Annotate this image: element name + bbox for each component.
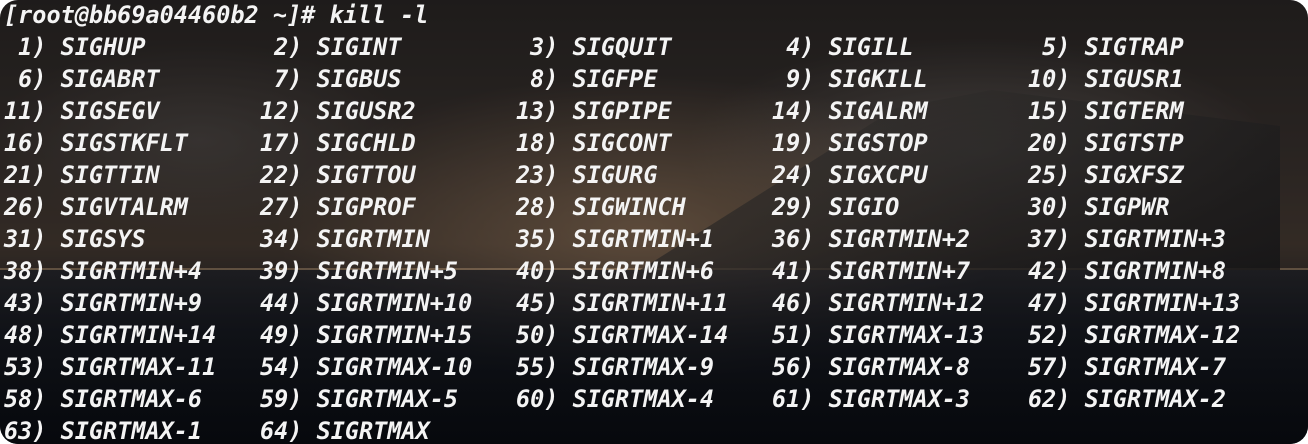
signal-entry: 59) SIGRTMAX-5 — [260, 385, 459, 413]
signal-entry: 28) SIGWINCH — [516, 193, 686, 221]
signal-entry: 42) SIGRTMIN+8 — [1028, 257, 1227, 285]
signal-entry: 52) SIGRTMAX-12 — [1028, 321, 1241, 349]
signal-entry: 38) SIGRTMIN+4 — [4, 257, 203, 285]
signal-entry: 53) SIGRTMAX-11 — [4, 353, 217, 381]
signal-entry: 62) SIGRTMAX-2 — [1028, 385, 1227, 413]
signal-entry: 51) SIGRTMAX-13 — [772, 321, 985, 349]
signal-entry: 47) SIGRTMIN+13 — [1028, 289, 1241, 317]
signal-entry: 11) SIGSEGV — [4, 97, 160, 125]
signal-entry: 35) SIGRTMIN+1 — [516, 225, 715, 253]
signal-entry: 54) SIGRTMAX-10 — [260, 353, 473, 381]
signal-entry: 36) SIGRTMIN+2 — [772, 225, 971, 253]
signal-entry: 10) SIGUSR1 — [1028, 65, 1184, 93]
signal-entry: 1) SIGHUP — [4, 33, 146, 61]
signal-entry: 48) SIGRTMIN+14 — [4, 321, 217, 349]
signal-entry: 27) SIGPROF — [260, 193, 416, 221]
signal-entry: 61) SIGRTMAX-3 — [772, 385, 971, 413]
signal-entry: 30) SIGPWR — [1028, 193, 1170, 221]
signal-entry: 4) SIGILL — [772, 33, 914, 61]
signal-entry: 25) SIGXFSZ — [1028, 161, 1184, 189]
command-text: kill -l — [329, 1, 429, 29]
signal-entry: 17) SIGCHLD — [260, 129, 416, 157]
signal-entry: 8) SIGFPE — [516, 65, 658, 93]
signal-entry: 60) SIGRTMAX-4 — [516, 385, 715, 413]
signal-entry: 12) SIGUSR2 — [260, 97, 416, 125]
signal-entry: 45) SIGRTMIN+11 — [516, 289, 729, 317]
signal-entry: 16) SIGSTKFLT — [4, 129, 188, 157]
signal-entry: 56) SIGRTMAX-8 — [772, 353, 971, 381]
signal-entry: 18) SIGCONT — [516, 129, 672, 157]
signal-entry: 41) SIGRTMIN+7 — [772, 257, 971, 285]
signal-entry: 2) SIGINT — [260, 33, 402, 61]
signal-entry: 9) SIGKILL — [772, 65, 928, 93]
signal-entry: 64) SIGRTMAX — [260, 417, 430, 444]
signal-entry: 40) SIGRTMIN+6 — [516, 257, 715, 285]
signal-entry: 20) SIGTSTP — [1028, 129, 1184, 157]
signal-entry: 26) SIGVTALRM — [4, 193, 188, 221]
signal-entry: 14) SIGALRM — [772, 97, 928, 125]
signal-entry: 57) SIGRTMAX-7 — [1028, 353, 1227, 381]
signal-entry: 58) SIGRTMAX-6 — [4, 385, 203, 413]
signal-entry: 39) SIGRTMIN+5 — [260, 257, 459, 285]
signal-entry: 3) SIGQUIT — [516, 33, 672, 61]
signal-entry: 49) SIGRTMIN+15 — [260, 321, 473, 349]
shell-prompt: [root@bb69a04460b2 ~]# — [4, 1, 330, 29]
signal-entry: 55) SIGRTMAX-9 — [516, 353, 715, 381]
signal-entry: 44) SIGRTMIN+10 — [260, 289, 473, 317]
prompt-line: [root@bb69a04460b2 ~]# kill -l — [4, 0, 428, 31]
terminal-output[interactable]: [root@bb69a04460b2 ~]# kill -l 1) SIGHUP… — [0, 0, 1308, 444]
signal-entry: 7) SIGBUS — [260, 65, 402, 93]
signal-entry: 63) SIGRTMAX-1 — [4, 417, 203, 444]
signal-entry: 15) SIGTERM — [1028, 97, 1184, 125]
signal-entry: 23) SIGURG — [516, 161, 658, 189]
signal-entry: 37) SIGRTMIN+3 — [1028, 225, 1227, 253]
signal-entry: 6) SIGABRT — [4, 65, 160, 93]
terminal-window[interactable]: [root@bb69a04460b2 ~]# kill -l 1) SIGHUP… — [0, 0, 1308, 444]
signal-entry: 34) SIGRTMIN — [260, 225, 430, 253]
signal-entry: 29) SIGIO — [772, 193, 900, 221]
signal-entry: 21) SIGTTIN — [4, 161, 160, 189]
signal-entry: 43) SIGRTMIN+9 — [4, 289, 203, 317]
signal-entry: 19) SIGSTOP — [772, 129, 928, 157]
signal-entry: 5) SIGTRAP — [1028, 33, 1184, 61]
signal-entry: 13) SIGPIPE — [516, 97, 672, 125]
signal-entry: 22) SIGTTOU — [260, 161, 416, 189]
signal-entry: 31) SIGSYS — [4, 225, 146, 253]
signal-entry: 50) SIGRTMAX-14 — [516, 321, 729, 349]
signal-entry: 24) SIGXCPU — [772, 161, 928, 189]
signal-entry: 46) SIGRTMIN+12 — [772, 289, 985, 317]
